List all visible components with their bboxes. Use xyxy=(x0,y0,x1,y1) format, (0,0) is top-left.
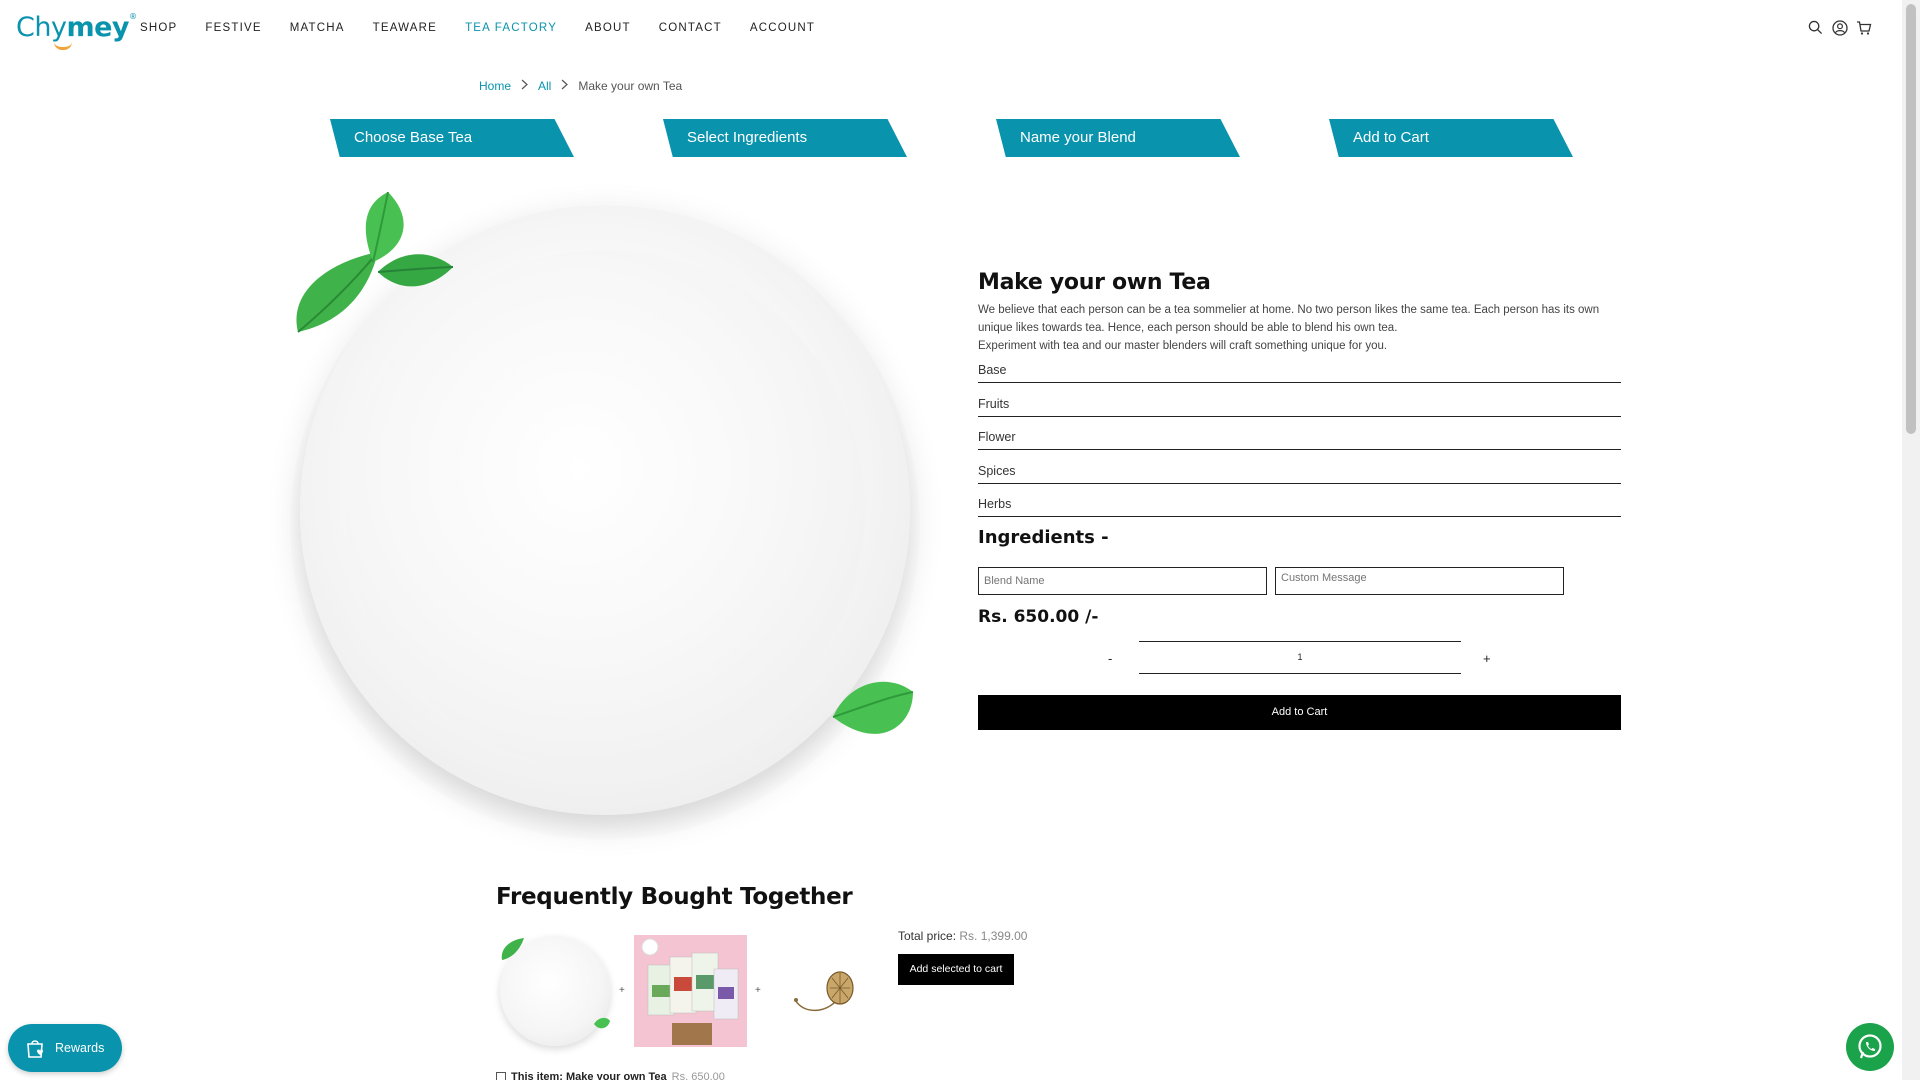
tea-packs-icon xyxy=(641,938,739,1045)
fbt-total-price: Total price: Rs. 1,399.00 xyxy=(898,929,1027,943)
ingredients-title: Ingredients - xyxy=(978,527,1109,548)
blend-name-input[interactable] xyxy=(978,567,1267,595)
fbt-total-label: Total price: xyxy=(898,929,957,943)
fbt-plus-sign: + xyxy=(619,985,625,996)
add-selected-to-cart-button[interactable]: Add selected to cart xyxy=(898,954,1014,985)
step-name-your-blend[interactable]: Name your Blend xyxy=(996,119,1240,157)
header-icons xyxy=(1808,20,1872,36)
nav-tea-factory[interactable]: TEA FACTORY xyxy=(465,22,557,34)
qty-input[interactable]: 1 xyxy=(1139,641,1461,674)
account-icon[interactable] xyxy=(1832,20,1848,36)
add-to-cart-button[interactable]: Add to Cart xyxy=(978,695,1621,730)
chevron-right-icon xyxy=(561,79,569,93)
tea-infuser-icon xyxy=(794,971,854,1012)
scrollbar-thumb[interactable] xyxy=(1906,4,1916,434)
mint-leaf-icon xyxy=(832,681,914,734)
mint-leaf-icon xyxy=(501,938,524,960)
fbt-this-item: This item: Make your own Tea Rs. 650.00 xyxy=(496,1071,725,1080)
option-spices[interactable]: Spices xyxy=(978,450,1621,484)
main-nav: SHOP FESTIVE MATCHA TEAWARE TEA FACTORY … xyxy=(140,22,843,34)
nav-matcha[interactable]: MATCHA xyxy=(290,22,345,34)
cart-icon[interactable] xyxy=(1856,20,1872,36)
product-info: Make your own Tea We believe that each p… xyxy=(978,270,1621,730)
option-flower[interactable]: Flower xyxy=(978,417,1621,450)
nav-shop[interactable]: SHOP xyxy=(140,22,177,34)
fbt-item-infuser-image[interactable] xyxy=(790,960,860,1020)
product-title: Make your own Tea xyxy=(978,270,1211,295)
product-description: We believe that each person can be a tea… xyxy=(978,304,1600,334)
quantity-stepper: - 1 + xyxy=(978,641,1621,675)
mint-leaf-icon xyxy=(594,1017,610,1029)
step-add-to-cart[interactable]: Add to Cart xyxy=(1329,119,1573,157)
chevron-right-icon xyxy=(521,79,528,93)
nav-account[interactable]: ACCOUNT xyxy=(750,22,815,34)
nav-festive[interactable]: FESTIVE xyxy=(205,22,261,34)
option-herbs[interactable]: Herbs xyxy=(978,484,1621,517)
logo-registered-mark: ® xyxy=(129,12,137,21)
qty-plus-button[interactable]: + xyxy=(1483,651,1491,666)
option-fruits[interactable]: Fruits xyxy=(978,383,1621,417)
logo-text-me: mey xyxy=(66,12,129,43)
breadcrumb-home[interactable]: Home xyxy=(479,79,511,93)
breadcrumb-current: Make your own Tea xyxy=(578,79,683,93)
fbt-item-label: This item: Make your own Tea xyxy=(511,1071,667,1080)
breadcrumb-all[interactable]: All xyxy=(538,79,551,93)
logo-smile xyxy=(54,42,72,50)
whatsapp-button[interactable] xyxy=(1846,1023,1894,1071)
blend-inputs xyxy=(978,567,1621,595)
shopping-bag-heart-icon xyxy=(27,1040,43,1058)
nav-contact[interactable]: CONTACT xyxy=(659,22,722,34)
option-base[interactable]: Base xyxy=(978,355,1621,383)
fbt-item-checkbox[interactable] xyxy=(496,1072,506,1080)
step-choose-base-tea[interactable]: Choose Base Tea xyxy=(330,119,574,157)
nav-teaware[interactable]: TEAWARE xyxy=(373,22,437,34)
nav-about[interactable]: ABOUT xyxy=(585,22,631,34)
step-select-ingredients[interactable]: Select Ingredients xyxy=(663,119,907,157)
product-price: Rs. 650.00 /- xyxy=(978,607,1099,627)
search-icon[interactable] xyxy=(1808,20,1824,36)
mint-leaf-icon xyxy=(296,192,454,333)
rewards-label: Rewards xyxy=(55,1041,105,1055)
fbt-title: Frequently Bought Together xyxy=(496,884,853,910)
breadcrumb: Home All Make your own Tea xyxy=(479,79,682,93)
fbt-total-amount: Rs. 1,399.00 xyxy=(959,929,1028,943)
qty-minus-button[interactable]: - xyxy=(1108,651,1112,666)
logo[interactable]: Chymey® xyxy=(16,12,137,50)
fbt-plus-sign: + xyxy=(755,985,761,996)
fbt-item-tea-box-image[interactable] xyxy=(634,935,747,1047)
fbt-item-price: Rs. 650.00 xyxy=(671,1071,725,1080)
product-description-2: Experiment with tea and our master blend… xyxy=(978,340,1388,352)
whatsapp-icon xyxy=(1858,1034,1882,1059)
product-image xyxy=(280,190,930,840)
page-scrollbar[interactable] xyxy=(1902,0,1920,1080)
rewards-button[interactable]: Rewards xyxy=(8,1024,122,1072)
logo-text: Chy xyxy=(16,12,67,43)
custom-message-input[interactable] xyxy=(1275,567,1564,595)
builder-steps: Choose Base Tea Select Ingredients Name … xyxy=(0,119,1900,158)
site-header: Chymey® SHOP FESTIVE MATCHA TEAWARE TEA … xyxy=(0,0,1900,58)
